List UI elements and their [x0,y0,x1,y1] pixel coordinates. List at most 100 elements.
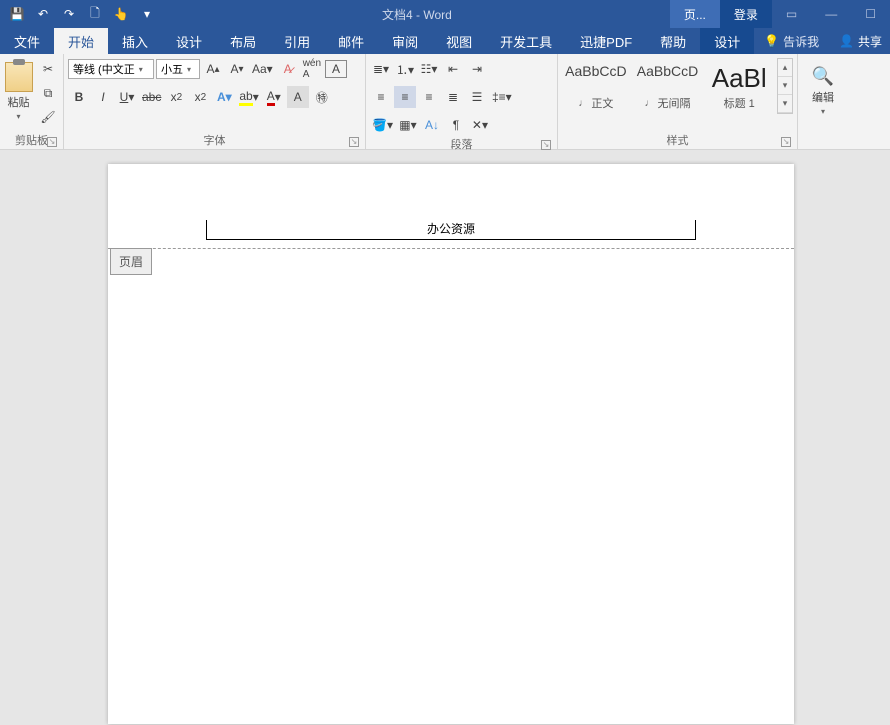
underline-button[interactable]: U▾ [116,86,138,108]
tell-me-search[interactable]: 💡 告诉我 [754,28,829,54]
copy-icon[interactable]: ⧉ [37,82,59,104]
style-marker-icon: ♩ [578,98,588,109]
tab-xunjie-pdf[interactable]: 迅捷PDF [566,28,646,54]
enclose-char-icon[interactable]: ㊕ [311,86,333,108]
styles-more-icon[interactable]: ▾ [778,95,792,113]
new-doc-icon[interactable]: 🗋 [84,3,106,25]
bullets-icon[interactable]: ≣▾ [370,58,392,80]
paragraph-launcher-icon[interactable]: ↘ [541,140,551,150]
ribbon-display-icon[interactable]: ▭ [772,0,811,28]
font-size-combo[interactable]: 小五▾ [156,59,200,79]
undo-icon[interactable]: ↶ [32,3,54,25]
tab-file[interactable]: 文件 [0,28,54,54]
decrease-indent-icon[interactable]: ⇤ [442,58,464,80]
tab-context-design[interactable]: 设计 [700,28,754,54]
search-icon: 🔍 [812,66,834,87]
borders-icon[interactable]: ▦▾ [397,114,419,136]
show-marks-icon[interactable]: ¶ [445,114,467,136]
line-spacing-icon[interactable]: ‡≡▾ [490,86,514,108]
minimize-icon[interactable]: — [811,0,851,28]
change-case-icon[interactable]: Aa▾ [250,58,275,80]
touch-mode-icon[interactable]: 👆 [110,3,132,25]
align-center-icon[interactable]: ≡ [394,86,416,108]
clipboard-group-label: 剪贴板 [15,132,48,148]
share-label: 共享 [858,33,882,50]
subscript-button[interactable]: x2 [165,86,187,108]
group-styles: AaBbCcD ♩正文 AaBbCcD ♩无间隔 AaBl 标题 1 ▴ ▾ ▾… [558,54,798,149]
superscript-button[interactable]: x2 [189,86,211,108]
window-title: 文档4 - Word [164,6,670,23]
tab-insert[interactable]: 插入 [108,28,162,54]
tab-references[interactable]: 引用 [270,28,324,54]
font-color-icon[interactable]: A▾ [263,86,285,108]
style-marker-icon: ♩ [645,98,655,109]
tab-design[interactable]: 设计 [162,28,216,54]
clipboard-launcher-icon[interactable]: ↘ [47,137,57,147]
redo-icon[interactable]: ↷ [58,3,80,25]
find-button[interactable]: 🔍 编辑 ▾ [812,58,834,116]
paste-label: 粘贴 [8,94,30,110]
text-effects-icon[interactable]: A▾ [213,86,235,108]
increase-indent-icon[interactable]: ⇥ [466,58,488,80]
ribbon-tabs: 文件 开始 插入 设计 布局 引用 邮件 审阅 视图 开发工具 迅捷PDF 帮助… [0,28,890,54]
highlight-color-icon[interactable]: ab▾ [237,86,260,108]
tab-help[interactable]: 帮助 [646,28,700,54]
char-border-icon[interactable]: A [325,60,347,78]
phonetic-guide-icon[interactable]: wénA [301,58,323,80]
font-name-combo[interactable]: 等线 (中文正▾ [68,59,154,79]
group-paragraph: ≣▾ ⒈▾ ☷▾ ⇤ ⇥ ≡ ≡ ≡ ≣ ☰ ‡≡▾ 🪣▾ ▦▾ A↓ ¶ ✕▾ [366,54,558,149]
styles-scroll-up-icon[interactable]: ▴ [778,59,792,77]
sort-icon[interactable]: A↓ [421,114,443,136]
style-name-label: 正文 [591,95,613,111]
styles-launcher-icon[interactable]: ↘ [781,137,791,147]
header-boundary-line [108,248,794,249]
header-tools-tab[interactable]: 页... [670,0,720,28]
clipboard-icon [5,62,33,92]
shading-icon[interactable]: 🪣▾ [370,114,395,136]
tab-layout[interactable]: 布局 [216,28,270,54]
align-right-icon[interactable]: ≡ [418,86,440,108]
clear-formatting-icon[interactable]: A̷ [277,58,299,80]
asian-layout-icon[interactable]: ✕▾ [469,114,491,136]
editing-group-label: 编辑 [812,89,834,105]
strikethrough-button[interactable]: abc [140,86,163,108]
maximize-icon[interactable]: ☐ [851,0,890,28]
style-name-label: 标题 1 [724,95,755,111]
tab-review[interactable]: 审阅 [378,28,432,54]
italic-button[interactable]: I [92,86,114,108]
tab-developer[interactable]: 开发工具 [486,28,566,54]
char-shading-icon[interactable]: A [287,86,309,108]
multilevel-list-icon[interactable]: ☷▾ [418,58,440,80]
tab-mailings[interactable]: 邮件 [324,28,378,54]
align-left-icon[interactable]: ≡ [370,86,392,108]
decrease-font-icon[interactable]: A▾ [226,58,248,80]
style-no-spacing[interactable]: AaBbCcD ♩无间隔 [634,58,702,114]
tell-me-label: 告诉我 [783,33,819,50]
header-tag-label: 页眉 [110,248,152,275]
style-heading1[interactable]: AaBl 标题 1 [705,58,773,114]
group-clipboard: 粘贴 ▾ ✂ ⧉ 🖌 剪贴板 ↘ [0,54,64,149]
save-icon[interactable]: 💾 [6,3,28,25]
qat-customize-icon[interactable]: ▾ [136,3,158,25]
increase-font-icon[interactable]: A▴ [202,58,224,80]
format-painter-icon[interactable]: 🖌 [37,106,59,128]
share-button[interactable]: 👤 共享 [831,28,890,54]
login-button[interactable]: 登录 [720,0,772,28]
tab-view[interactable]: 视图 [432,28,486,54]
justify-icon[interactable]: ≣ [442,86,464,108]
style-normal[interactable]: AaBbCcD ♩正文 [562,58,630,114]
cut-icon[interactable]: ✂ [37,58,59,80]
lightbulb-icon: 💡 [764,34,779,48]
tab-home[interactable]: 开始 [54,28,108,54]
group-font: 等线 (中文正▾ 小五▾ A▴ A▾ Aa▾ A̷ wénA A B I U▾ … [64,54,366,149]
document-area[interactable]: 办公资源 页眉 [0,150,890,725]
numbering-icon[interactable]: ⒈▾ [394,58,416,80]
header-content[interactable]: 办公资源 [206,220,696,240]
bold-button[interactable]: B [68,86,90,108]
styles-scroll-down-icon[interactable]: ▾ [778,77,792,95]
distributed-icon[interactable]: ☰ [466,86,488,108]
font-launcher-icon[interactable]: ↘ [349,137,359,147]
share-icon: 👤 [839,34,854,48]
page[interactable]: 办公资源 页眉 [108,164,794,724]
paste-button[interactable]: 粘贴 ▾ [4,58,33,121]
